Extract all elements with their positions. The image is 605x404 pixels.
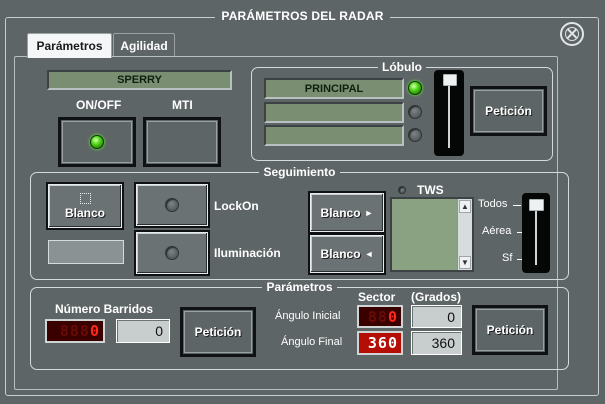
blanco-next-button[interactable]: Blanco ► [308, 191, 386, 234]
tick-mark [513, 205, 521, 206]
iluminacion-button[interactable] [134, 230, 210, 276]
tws-list-scrollbar[interactable]: ▲ ▼ [457, 199, 472, 270]
scroll-down-icon[interactable]: ▼ [459, 256, 471, 269]
lockon-label: LockOn [214, 199, 259, 213]
angulo-final-led-display: 360 [357, 331, 403, 355]
radar-parameters-window: PARÁMETROS DEL RADAR Parámetros Agilidad… [0, 0, 605, 404]
close-icon [565, 27, 579, 41]
sector-request-button[interactable]: Petición [472, 305, 548, 355]
tab-label: Agilidad [120, 38, 168, 53]
on-off-button[interactable] [58, 117, 136, 167]
lobulo-request-button[interactable]: Petición [470, 86, 547, 136]
blanco-prev-button[interactable]: Blanco ◄ [308, 233, 386, 275]
filter-slider[interactable] [522, 193, 550, 273]
lobulo-row-1-display: PRINCIPAL [264, 78, 404, 99]
lobulo-led-3-icon [408, 128, 422, 142]
lobulo-row-3-display [264, 125, 404, 146]
mti-button[interactable] [143, 117, 221, 167]
slider-thumb[interactable] [443, 74, 457, 86]
lobulo-led-2-icon [408, 105, 422, 119]
barridos-led-display: 888 0 [45, 319, 105, 343]
angulo-inicial-led-display: 88 0 [357, 305, 403, 328]
tws-label: TWS [417, 183, 444, 197]
iluminacion-led-icon [165, 246, 179, 260]
mti-label: MTI [172, 98, 193, 112]
barridos-label: Número Barridos [55, 302, 154, 316]
chevron-left-icon: ◄ [364, 249, 374, 259]
focus-icon [79, 192, 91, 204]
lobulo-led-1-icon [408, 81, 422, 95]
sector-label: Sector [358, 290, 396, 304]
angulo-inicial-field[interactable]: 0 [411, 305, 462, 328]
filter-option-sf: Sf [502, 252, 513, 264]
on-status-led-icon [90, 135, 104, 149]
tab-parametros[interactable]: Parámetros [27, 33, 112, 58]
lobulo-row-2-display [264, 102, 404, 123]
angulo-final-field[interactable]: 360 [411, 331, 462, 355]
angulo-final-label: Ángulo Final [281, 336, 343, 348]
blanco-button[interactable]: Blanco [46, 182, 124, 230]
tws-led-icon [398, 186, 406, 194]
filter-option-todos: Todos [478, 198, 508, 210]
slider-thumb[interactable] [529, 199, 544, 211]
barridos-request-button[interactable]: Petición [180, 307, 256, 357]
tab-agilidad[interactable]: Agilidad [113, 33, 175, 57]
lockon-button[interactable] [134, 182, 210, 228]
parametros-title: Parámetros [31, 280, 568, 294]
iluminacion-label: Iluminación [214, 246, 281, 260]
lockon-led-icon [165, 198, 179, 212]
slider-track [448, 78, 450, 148]
angulo-inicial-label: Ángulo Inicial [275, 310, 341, 322]
barridos-value-field[interactable]: 0 [116, 319, 170, 343]
seguimiento-title: Seguimiento [31, 165, 568, 179]
window-title: PARÁMETROS DEL RADAR [0, 9, 605, 23]
tab-label: Parámetros [36, 39, 103, 53]
scroll-up-icon[interactable]: ▲ [459, 200, 471, 213]
grados-label: (Grados) [411, 290, 462, 304]
radar-name-display: SPERRY [47, 70, 232, 90]
blanco-display [48, 240, 124, 264]
chevron-right-icon: ► [364, 207, 374, 218]
lobulo-title: Lóbulo [252, 60, 552, 74]
lobulo-slider[interactable] [434, 70, 464, 156]
on-off-label: ON/OFF [76, 98, 122, 112]
close-button[interactable] [560, 22, 584, 46]
tws-target-list[interactable]: ▲ ▼ [390, 197, 474, 272]
filter-option-aerea: Aérea [482, 225, 512, 237]
